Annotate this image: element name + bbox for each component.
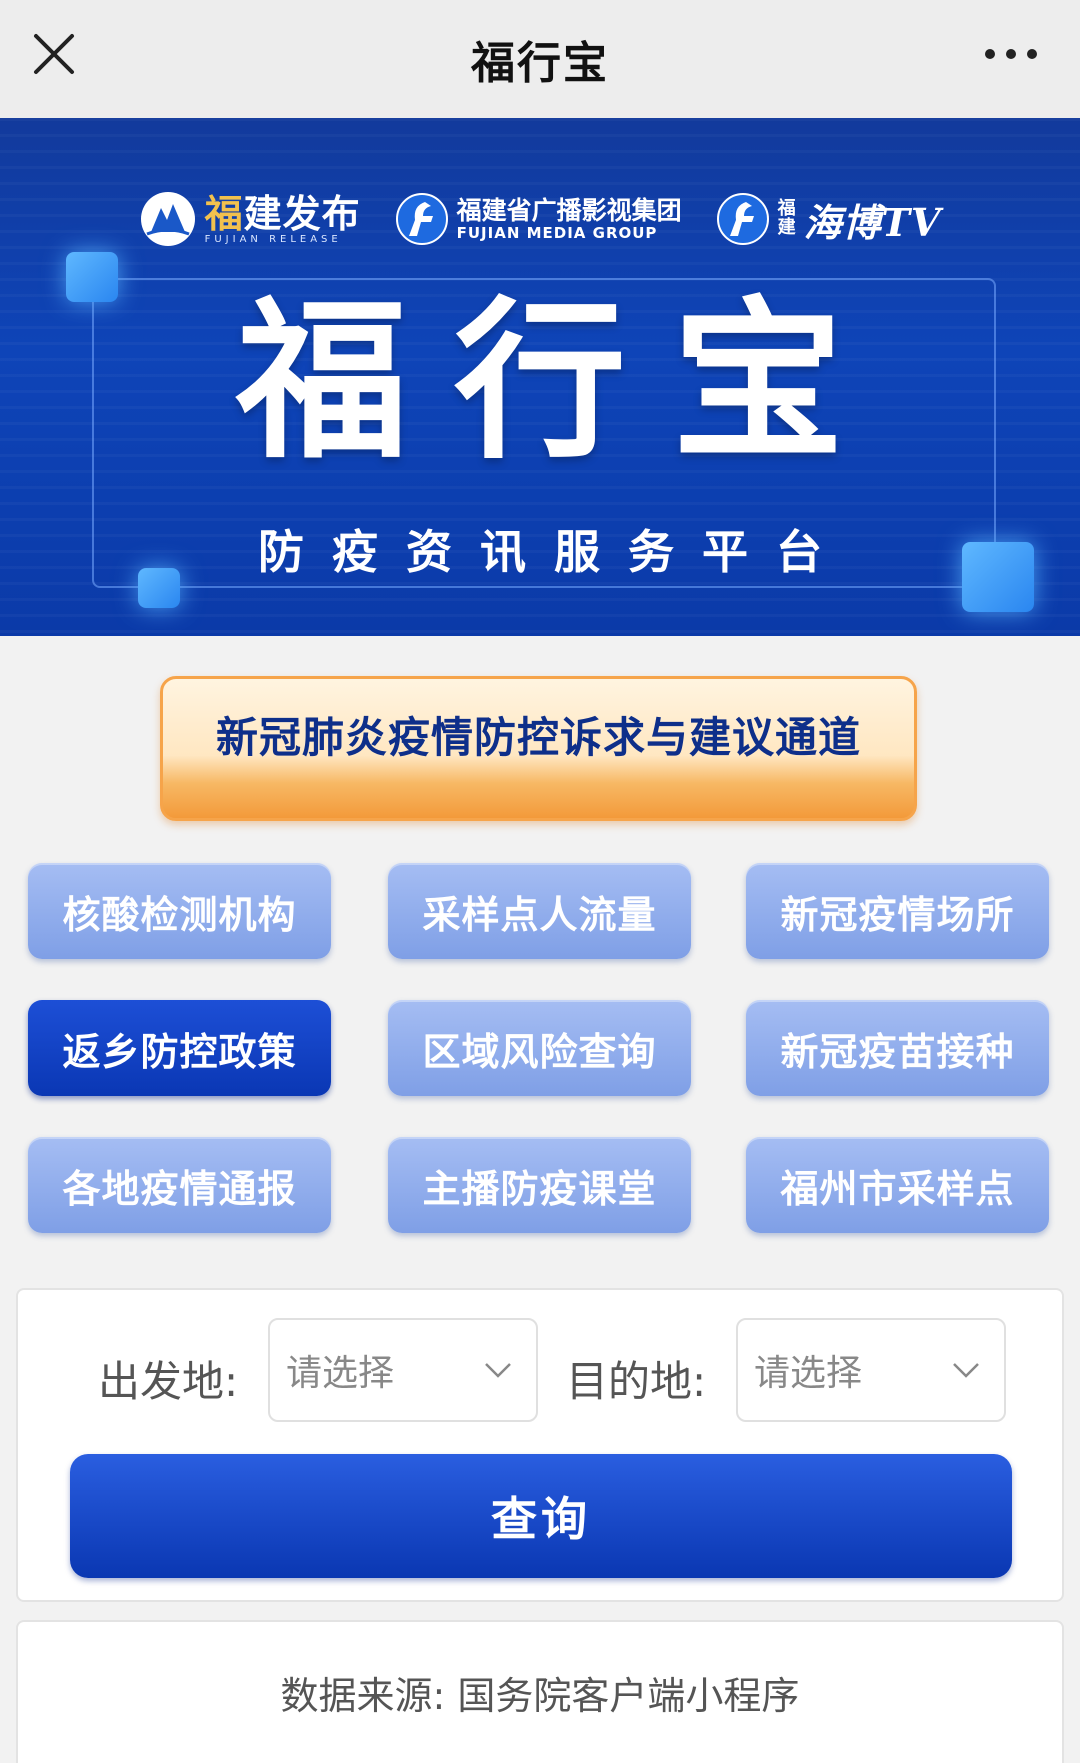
grid-button-vaccination[interactable]: 新冠疫苗接种 bbox=[746, 1000, 1049, 1096]
grid-button-local-reports[interactable]: 各地疫情通报 bbox=[28, 1137, 331, 1233]
query-button[interactable]: 查询 bbox=[70, 1454, 1012, 1578]
grid-button-homecoming-policy[interactable]: 返乡防控政策 bbox=[28, 1000, 331, 1096]
grid-button-label: 各地疫情通报 bbox=[62, 1166, 297, 1211]
haibo-tv-name: 海博TV bbox=[803, 199, 942, 245]
fujian-release-emblem-icon bbox=[140, 192, 195, 246]
grid-button-sampling-site-traffic[interactable]: 采样点人流量 bbox=[388, 863, 691, 959]
origin-select-value: 请选择 bbox=[286, 1353, 395, 1394]
fujian-release-logo-part1: 福 bbox=[204, 190, 244, 236]
glow-square-decoration bbox=[66, 252, 118, 302]
grid-button-label: 返乡防控政策 bbox=[62, 1029, 297, 1074]
grid-button-label: 新冠疫苗接种 bbox=[780, 1029, 1015, 1074]
feedback-channel-button[interactable]: 新冠肺炎疫情防控诉求与建议通道 bbox=[160, 676, 917, 821]
media-group-emblem-icon bbox=[395, 193, 448, 245]
haibo-tv-prefix-bottom: 建 bbox=[777, 217, 796, 238]
fujian-release-logo-en: FUJIAN RELEASE bbox=[204, 234, 342, 246]
media-group-name-cn: 福建省广播影视集团 bbox=[456, 196, 682, 225]
origin-select[interactable]: 请选择 bbox=[268, 1318, 538, 1422]
grid-button-label: 核酸检测机构 bbox=[62, 892, 297, 937]
grid-button-fuzhou-sampling-sites[interactable]: 福州市采样点 bbox=[746, 1137, 1049, 1233]
origin-label: 出发地: bbox=[98, 1357, 239, 1406]
fujian-release-logo: 福建发布 FUJIAN RELEASE bbox=[139, 190, 361, 248]
haibo-tv-emblem-icon bbox=[716, 193, 769, 245]
query-card: 出发地: 请选择 目的地: 请选择 查询 bbox=[16, 1288, 1064, 1602]
top-nav-bar: 福行宝 bbox=[0, 0, 1080, 118]
destination-select-value: 请选择 bbox=[754, 1353, 863, 1394]
page-title: 福行宝 bbox=[471, 38, 609, 89]
hero-banner: 福建发布 FUJIAN RELEASE 福建省广播影视集团 FUJIAN MED… bbox=[0, 118, 1080, 636]
fujian-release-logo-part2: 建发布 bbox=[243, 190, 361, 236]
more-dots-icon[interactable] bbox=[976, 30, 1046, 78]
grid-button-anchor-classroom[interactable]: 主播防疫课堂 bbox=[388, 1137, 691, 1233]
feedback-channel-label: 新冠肺炎疫情防控诉求与建议通道 bbox=[215, 713, 861, 762]
data-source-footer: 数据来源: 国务院客户端小程序 bbox=[16, 1620, 1064, 1763]
grid-button-label: 主播防疫课堂 bbox=[422, 1166, 657, 1211]
media-group-name-en: FUJIAN MEDIA GROUP bbox=[456, 223, 658, 242]
grid-button-label: 新冠疫情场所 bbox=[780, 892, 1015, 937]
close-icon[interactable] bbox=[26, 26, 82, 82]
grid-button-covid-venues[interactable]: 新冠疫情场所 bbox=[746, 863, 1049, 959]
banner-title: 福行宝 bbox=[236, 281, 890, 482]
grid-button-label: 采样点人流量 bbox=[422, 892, 657, 937]
grid-button-label: 区域风险查询 bbox=[422, 1029, 657, 1074]
grid-button-label: 福州市采样点 bbox=[780, 1166, 1015, 1211]
banner-subtitle: 防疫资讯服务平台 bbox=[258, 525, 850, 579]
chevron-down-icon bbox=[953, 1363, 979, 1378]
destination-label: 目的地: bbox=[566, 1357, 707, 1406]
partner-logos: 福建发布 FUJIAN RELEASE 福建省广播影视集团 FUJIAN MED… bbox=[0, 184, 1080, 254]
chevron-down-icon bbox=[485, 1363, 511, 1378]
grid-button-nucleic-test-institutions[interactable]: 核酸检测机构 bbox=[28, 863, 331, 959]
query-button-label: 查询 bbox=[491, 1492, 591, 1546]
haibo-tv-prefix: 福 建 bbox=[777, 199, 796, 238]
data-source-text: 数据来源: 国务院客户端小程序 bbox=[280, 1674, 800, 1718]
grid-button-regional-risk-query[interactable]: 区域风险查询 bbox=[388, 1000, 691, 1096]
destination-select[interactable]: 请选择 bbox=[736, 1318, 1006, 1422]
haibo-tv-logo: 福 建 海博TV bbox=[716, 192, 942, 247]
fujian-media-group-logo: 福建省广播影视集团 FUJIAN MEDIA GROUP bbox=[395, 192, 682, 246]
